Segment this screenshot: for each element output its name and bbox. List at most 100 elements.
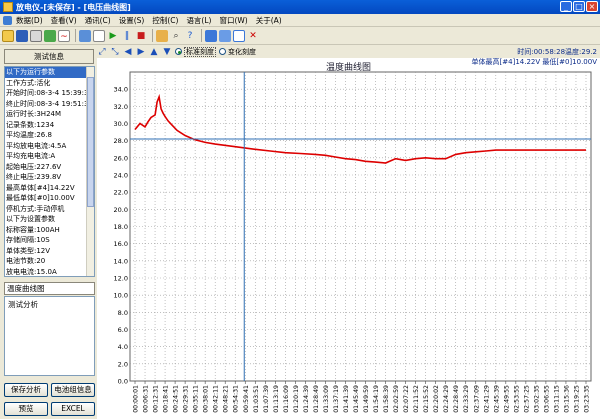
- x-tick-label: 00:35:11: [193, 385, 200, 413]
- x-tick-label: 02:37:09: [473, 385, 480, 413]
- arrow-left-icon[interactable]: ◀: [123, 47, 133, 57]
- info-line: 平均温度:26.8: [6, 131, 52, 139]
- info-scroll-thumb[interactable]: [87, 77, 94, 207]
- title-bar: 放电仪-[未保存] - [电压曲线图] _ □ ×: [0, 0, 600, 14]
- info-line: 终止时间:08-3-4 19:51:3: [6, 99, 88, 108]
- y-tick-label: 24.0: [114, 172, 128, 180]
- radio-standard-label: 标准刻度: [184, 46, 216, 57]
- chart-area[interactable]: 温度曲线图 时间:00:58:28温度:29.2 单体最高[#4]14.22V …: [97, 48, 600, 419]
- excel-button[interactable]: EXCEL: [51, 402, 95, 416]
- x-tick-label: 02:41:29: [483, 385, 490, 413]
- info-line: 运行时长:3H24M: [6, 110, 62, 118]
- x-tick-label: 02:15:52: [423, 385, 430, 413]
- x-tick-label: 01:13:19: [273, 385, 280, 413]
- info-list-box[interactable]: 以下为运行参数 工作方式:活化 开始时间:08-3-4 15:39:32 终止时间:0…: [4, 66, 95, 277]
- zoom-icon[interactable]: ⌕: [170, 30, 182, 42]
- chart-readout-time: 时间:00:58:28温度:29.2: [517, 48, 597, 56]
- window-title: 放电仪-[未保存] - [电压曲线图]: [16, 2, 131, 12]
- menu-data[interactable]: 数据(D): [16, 15, 43, 26]
- zoom-in-icon[interactable]: ⤢: [97, 47, 107, 57]
- left-panel: 测试信息 以下为运行参数 工作方式:活化 开始时间:08-3-4 15:39:32 终…: [0, 45, 97, 419]
- y-tick-label: 32.0: [114, 103, 128, 111]
- menu-window[interactable]: 窗口(W): [219, 15, 247, 26]
- x-tick-label: 02:45:39: [493, 385, 500, 413]
- temperature-chart[interactable]: 0.0 2.0 4.0 6.0 8.0 10.0 12.0 14.0 16.0 18.0 20.0 2…: [97, 58, 600, 419]
- x-tick-label: 01:37:19: [333, 385, 340, 413]
- connect-icon[interactable]: [79, 29, 91, 42]
- preview-button[interactable]: 预览: [4, 402, 48, 416]
- y-tick-label: 0.0: [118, 378, 128, 386]
- table-icon[interactable]: [93, 29, 105, 42]
- save-analysis-button[interactable]: 保存分析: [4, 383, 48, 397]
- x-tick-label: 00:06:31: [143, 385, 150, 413]
- stop-icon[interactable]: ■: [135, 30, 147, 42]
- settings-icon[interactable]: [156, 29, 168, 42]
- info-scrollbar[interactable]: [86, 67, 94, 276]
- menu-settings[interactable]: 设置(S): [119, 15, 145, 26]
- info-line: 起始电压:227.6V: [6, 162, 62, 171]
- zoom-out-icon[interactable]: ⤡: [110, 47, 120, 57]
- x-tick-label: 02:28:49: [453, 385, 460, 413]
- info-line: 放电电流:15.0A: [6, 267, 57, 276]
- radio-standard-scale[interactable]: 标准刻度: [175, 46, 216, 57]
- x-tick-label: 02:24:29: [443, 385, 450, 413]
- radio-dot[interactable]: [219, 48, 226, 55]
- minimize-button[interactable]: _: [560, 1, 572, 12]
- menu-about[interactable]: 关于(A): [256, 15, 282, 26]
- help-icon[interactable]: ?: [184, 30, 196, 42]
- close-window-icon[interactable]: ✕: [247, 30, 259, 42]
- x-tick-label: 03:06:55: [543, 385, 550, 413]
- menu-app-icon[interactable]: [3, 15, 12, 25]
- x-tick-label: 00:42:11: [213, 385, 220, 413]
- menu-communication[interactable]: 通讯(C): [85, 15, 111, 26]
- save-icon[interactable]: [16, 29, 28, 42]
- info-line: 终止电压:239.8V: [6, 173, 62, 181]
- tile-icon[interactable]: [205, 29, 217, 42]
- x-tick-label: 02:02:59: [393, 385, 400, 413]
- y-tick-label: 8.0: [118, 309, 128, 317]
- cascade-icon[interactable]: [219, 29, 231, 42]
- x-tick-label: 01:58:39: [383, 385, 390, 413]
- app-icon: [3, 2, 13, 12]
- pause-icon[interactable]: ‖: [121, 30, 133, 42]
- print-icon[interactable]: [30, 29, 42, 42]
- radio-dot[interactable]: [175, 48, 182, 55]
- battery-info-button[interactable]: 电池组信息: [51, 383, 95, 397]
- export-icon[interactable]: [44, 29, 56, 42]
- open-icon[interactable]: [2, 29, 14, 42]
- info-line: 工作方式:活化: [6, 78, 51, 87]
- x-tick-label: 01:20:19: [293, 385, 300, 413]
- x-tick-label: 02:33:29: [463, 385, 470, 413]
- start-icon[interactable]: ▶: [107, 30, 119, 42]
- maximize-button[interactable]: □: [573, 1, 585, 12]
- x-tick-label: 02:11:52: [413, 385, 420, 413]
- x-tick-label: 02:07:22: [403, 385, 410, 413]
- window-icon[interactable]: [233, 29, 245, 42]
- x-tick-label: 00:48:21: [223, 385, 230, 413]
- x-tick-label: 02:49:55: [503, 385, 510, 413]
- x-tick-label: 00:00:01: [133, 385, 140, 413]
- info-line: 单体类型:12V: [6, 246, 51, 255]
- arrow-right-icon[interactable]: ▶: [136, 47, 146, 57]
- x-tick-label: 01:45:49: [353, 385, 360, 413]
- x-tick-label: 03:23:35: [583, 385, 590, 413]
- chart-icon[interactable]: ~: [58, 29, 70, 42]
- arrow-down-icon[interactable]: ▼: [162, 47, 172, 57]
- x-tick-label: 02:57:25: [523, 385, 530, 413]
- info-line: 停机方式:手动停机: [6, 204, 65, 213]
- menu-control[interactable]: 控制(C): [152, 15, 178, 26]
- arrow-up-icon[interactable]: ▲: [149, 47, 159, 57]
- x-tick-label: 03:02:35: [533, 385, 540, 413]
- info-line: 电池节数:20: [6, 257, 46, 265]
- x-tick-label: 01:28:49: [313, 385, 320, 413]
- notes-textarea[interactable]: 测试分析: [4, 296, 95, 376]
- y-tick-label: 22.0: [114, 189, 128, 197]
- y-tick-label: 10.0: [114, 292, 128, 300]
- menu-view[interactable]: 查看(V): [51, 15, 77, 26]
- radio-variable-scale[interactable]: 变化刻度: [219, 47, 256, 57]
- menu-language[interactable]: 语言(L): [186, 15, 211, 26]
- info-line: 存储间隔:10S: [6, 236, 50, 244]
- y-tick-label: 16.0: [114, 240, 128, 248]
- x-tick-label: 03:15:36: [563, 385, 570, 413]
- close-button[interactable]: ×: [586, 1, 598, 12]
